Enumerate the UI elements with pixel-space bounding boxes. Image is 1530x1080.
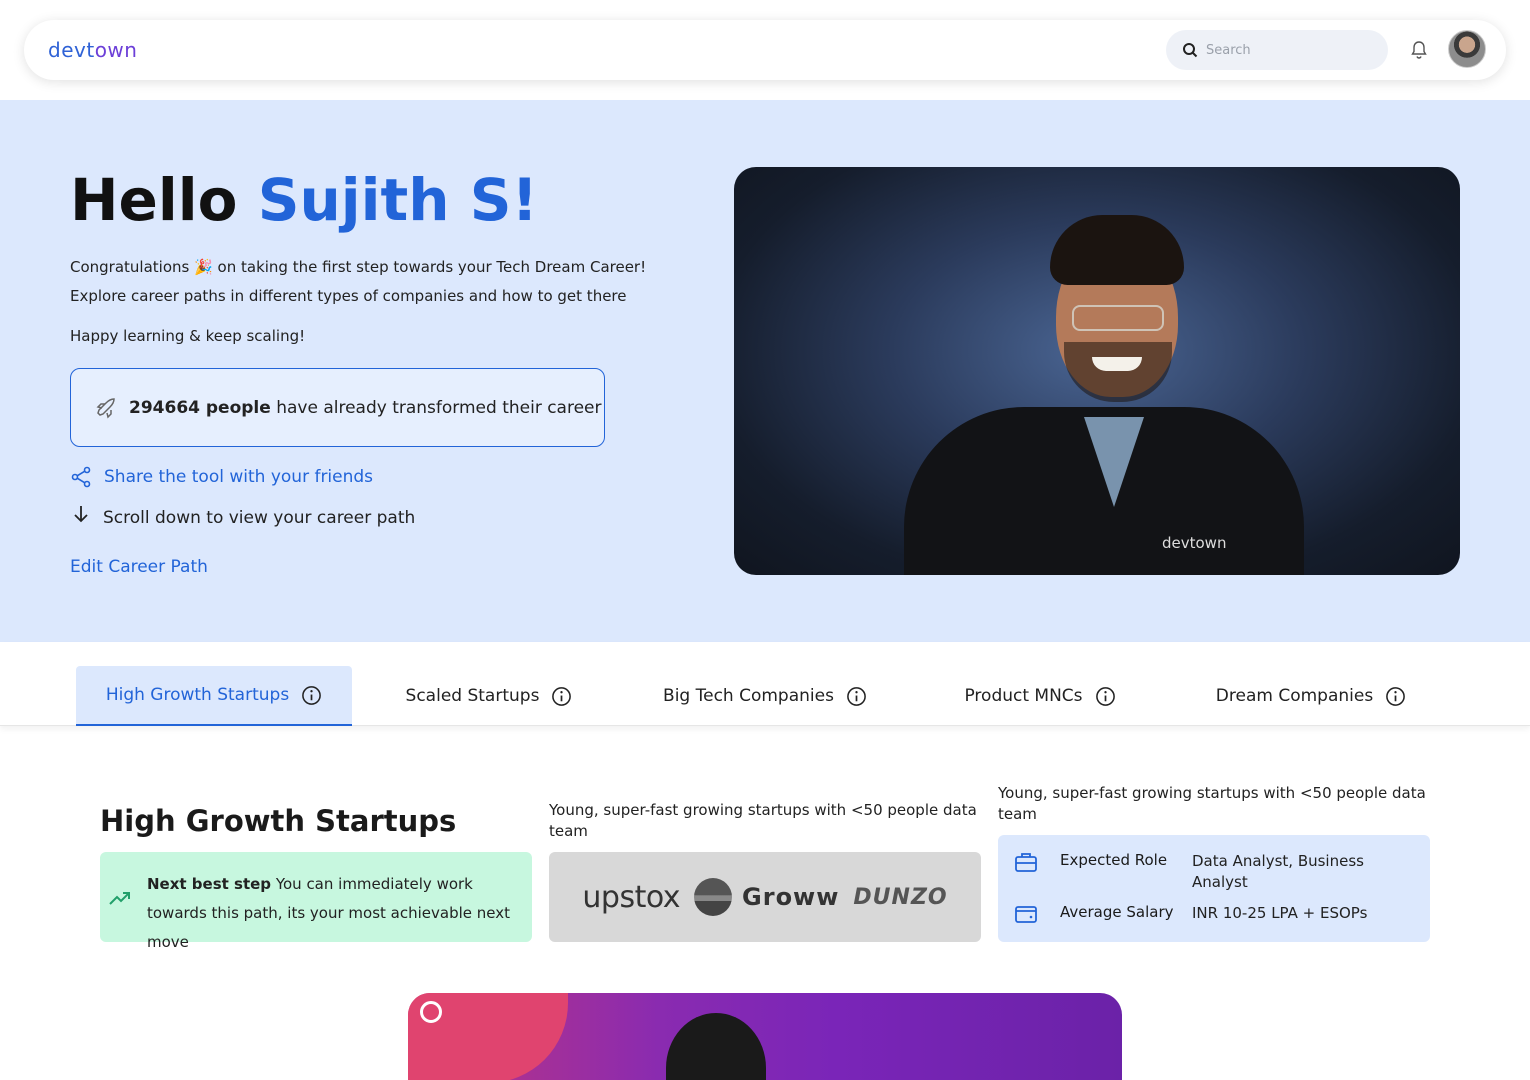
next-step-label: Next best step <box>147 875 272 893</box>
shirt-logo: devtown <box>1162 534 1227 552</box>
user-name: Sujith S! <box>257 166 538 234</box>
role-description: Young, super-fast growing startups with … <box>998 784 1426 823</box>
tab-high-growth-startups[interactable]: High Growth Startups <box>76 666 352 726</box>
next-best-step-card: Next best step You can immediately work … <box>100 852 532 951</box>
role-salary-card: Expected Role Data Analyst, Business Ana… <box>998 835 1430 942</box>
average-salary-row: Average Salary INR 10-25 LPA + ESOPs <box>1014 903 1382 925</box>
tab-big-tech-companies[interactable]: Big Tech Companies <box>640 666 890 726</box>
congrats-text: Congratulations 🎉 on taking the first st… <box>70 258 647 276</box>
average-salary-value: INR 10-25 LPA + ESOPs <box>1192 904 1368 922</box>
transformed-stat-box: 294664 people have already transformed t… <box>70 368 605 447</box>
avatar[interactable] <box>1448 30 1486 68</box>
scroll-hint: Scroll down to view your career path <box>70 506 416 528</box>
play-ring-icon <box>420 1001 442 1023</box>
rocket-icon <box>96 397 115 418</box>
stat-text: have already transformed their career <box>270 397 602 418</box>
expected-role-label: Expected Role <box>1060 851 1168 869</box>
section-title: High Growth Startups <box>100 804 457 838</box>
search-input[interactable]: Search <box>1166 30 1388 70</box>
share-link[interactable]: Share the tool with your friends <box>70 466 373 488</box>
info-icon[interactable] <box>551 686 572 707</box>
briefcase-icon <box>1015 853 1037 872</box>
wallet-icon <box>1015 906 1037 923</box>
expected-role-row: Expected Role Data Analyst, Business Ana… <box>1014 851 1382 893</box>
scroll-label: Scroll down to view your career path <box>103 508 416 528</box>
info-icon[interactable] <box>1385 686 1406 707</box>
info-icon[interactable] <box>301 685 322 706</box>
career-path-video[interactable] <box>408 993 1122 1080</box>
tab-scaled-startups[interactable]: Scaled Startups <box>384 666 594 726</box>
hero-section: Hello Sujith S! Congratulations 🎉 on tak… <box>0 100 1530 642</box>
search-placeholder: Search <box>1206 42 1251 58</box>
info-icon[interactable] <box>1095 686 1116 707</box>
share-label: Share the tool with your friends <box>104 467 374 487</box>
company-logos-card: upstox Groww DUNZO <box>549 852 981 942</box>
groww-mark-icon <box>694 878 733 916</box>
expected-role-value: Data Analyst, Business Analyst <box>1192 852 1364 891</box>
tab-product-mncs[interactable]: Product MNCs <box>940 666 1140 726</box>
company-type-tabs: High Growth Startups Scaled Startups Big… <box>0 642 1530 726</box>
header-bar: devtown Search <box>0 0 1530 100</box>
share-icon <box>71 466 91 488</box>
dunzo-logo: DUNZO <box>853 884 948 910</box>
greeting-heading: Hello Sujith S! <box>70 166 538 234</box>
tab-dream-companies[interactable]: Dream Companies <box>1196 666 1426 726</box>
devtown-logo[interactable]: devtown <box>48 38 137 62</box>
groww-logo: Groww <box>694 878 839 916</box>
arrow-down-icon <box>74 506 88 523</box>
average-salary-label: Average Salary <box>1060 903 1174 921</box>
search-icon <box>1183 43 1198 58</box>
info-icon[interactable] <box>846 686 867 707</box>
trending-up-icon <box>109 892 130 905</box>
intro-video[interactable]: devtown <box>734 167 1460 575</box>
happy-learning-text: Happy learning & keep scaling! <box>70 327 306 345</box>
logos-description: Young, super-fast growing startups with … <box>549 801 977 840</box>
explore-text: Explore career paths in different types … <box>70 287 627 305</box>
upstox-logo: upstox <box>582 879 681 915</box>
bell-icon[interactable] <box>1410 40 1428 60</box>
top-nav: devtown Search <box>24 20 1506 80</box>
video-person-head <box>666 1013 766 1080</box>
stat-count: 294664 people <box>129 397 271 418</box>
edit-career-path-link[interactable]: Edit Career Path <box>70 557 208 577</box>
